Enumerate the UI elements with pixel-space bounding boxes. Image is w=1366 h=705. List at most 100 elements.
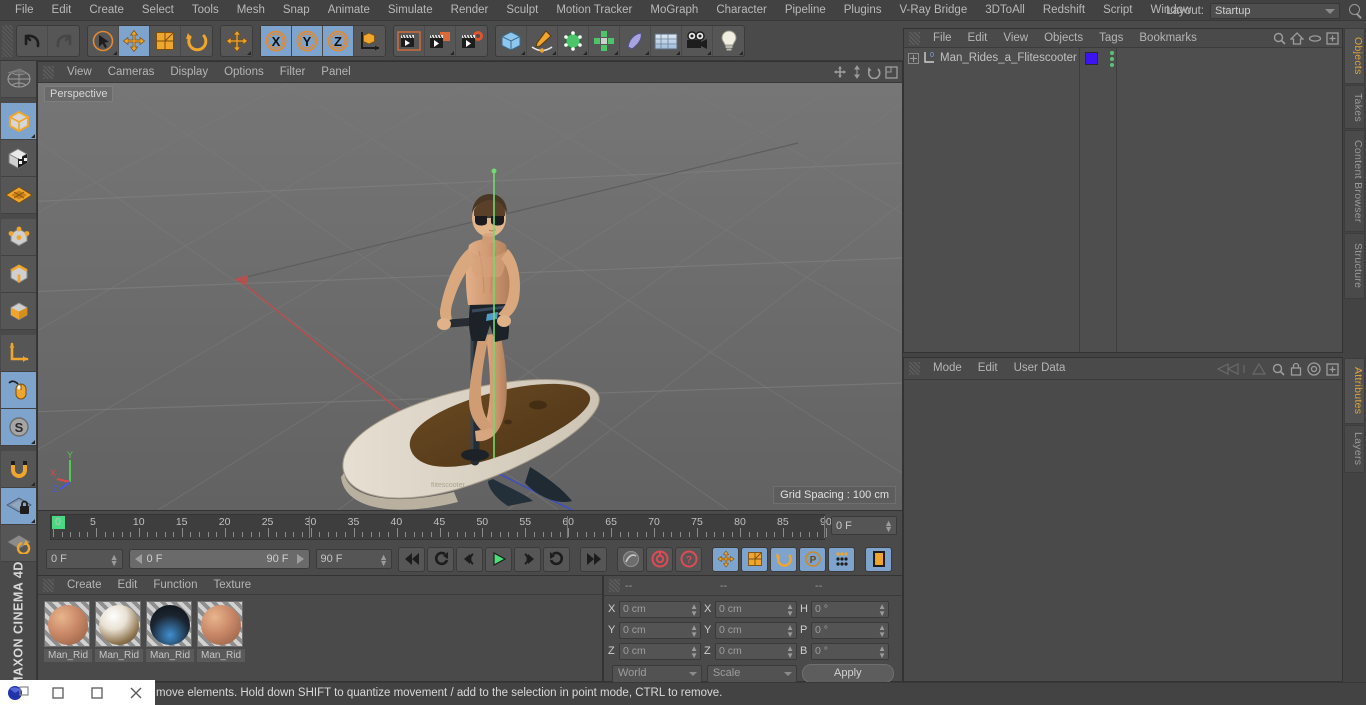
transform-mode-dropdown[interactable]: Scale <box>706 664 797 683</box>
menu-animate[interactable]: Animate <box>319 0 379 21</box>
environment-button[interactable] <box>651 25 682 56</box>
coordinate-system-dropdown[interactable]: World <box>612 664 702 683</box>
spinner-icon[interactable]: ▲ ▼ <box>786 644 794 659</box>
attribute-menu-edit[interactable]: Edit <box>970 358 1006 379</box>
attribute-menu-mode[interactable]: Mode <box>925 358 970 379</box>
position-x-input[interactable]: 0 cm ▲ ▼ <box>619 600 701 618</box>
tab-objects[interactable]: Objects <box>1344 28 1365 84</box>
menu-motion-tracker[interactable]: Motion Tracker <box>547 0 641 21</box>
material-grip[interactable] <box>43 578 54 592</box>
key-position-button[interactable] <box>712 546 740 572</box>
zoom-view-icon[interactable] <box>851 65 863 79</box>
step-forward-button[interactable] <box>514 546 542 572</box>
range-right-arrow-icon[interactable] <box>296 554 304 564</box>
spinner-icon[interactable]: ▲ ▼ <box>110 553 119 568</box>
tab-takes[interactable]: Takes <box>1344 85 1365 129</box>
material-thumbnail[interactable] <box>44 601 90 647</box>
object-visibility-dots[interactable] <box>1110 51 1114 67</box>
ellipse-icon[interactable] <box>1308 32 1322 45</box>
menu-character[interactable]: Character <box>707 0 776 21</box>
timeline-frame-field[interactable]: 0 F ▲ ▼ <box>831 516 897 535</box>
menu-plugins[interactable]: Plugins <box>835 0 891 21</box>
texture-mode-button[interactable] <box>1 140 36 177</box>
render-settings-button[interactable] <box>456 26 487 56</box>
viewport-menu-display[interactable]: Display <box>162 62 216 83</box>
size-z-input[interactable]: 0 cm ▲ ▼ <box>715 642 797 660</box>
render-view-button[interactable] <box>394 25 425 56</box>
menu-render[interactable]: Render <box>442 0 498 21</box>
toolbar-grip[interactable] <box>2 24 13 57</box>
attribute-manager-body[interactable] <box>904 380 1342 681</box>
search-icon[interactable] <box>1273 32 1286 45</box>
object-manager-grip[interactable] <box>909 31 920 45</box>
search-icon[interactable] <box>1348 3 1362 18</box>
spinner-icon[interactable]: ▲ ▼ <box>878 623 886 638</box>
material-menu-function[interactable]: Function <box>145 575 205 596</box>
add-tab-icon[interactable] <box>1326 362 1339 376</box>
viewport-solo-button[interactable] <box>1 372 36 409</box>
autokeying-button[interactable] <box>646 546 674 572</box>
menu-3dtoall[interactable]: 3DToAll <box>976 0 1034 21</box>
viewport-canvas[interactable]: flitescooter Perspective Y X Z Grid Spac… <box>38 83 902 510</box>
current-frame-input[interactable]: 0 F ▲ ▼ <box>46 549 123 569</box>
go-to-start-button[interactable] <box>398 546 426 572</box>
rotation-h-input[interactable]: 0 ° ▲ ▼ <box>811 600 889 618</box>
rotation-b-input[interactable]: 0 ° ▲ ▼ <box>811 642 889 660</box>
coordinates-grip[interactable] <box>609 579 620 592</box>
close-button[interactable] <box>116 680 155 705</box>
menu-simulate[interactable]: Simulate <box>379 0 442 21</box>
material-thumbnail[interactable] <box>95 601 141 647</box>
history-forward-icon[interactable] <box>1251 362 1267 376</box>
position-y-input[interactable]: 0 cm ▲ ▼ <box>619 621 701 639</box>
rotation-p-input[interactable]: 0 ° ▲ ▼ <box>811 621 889 639</box>
dynamic-move-tool[interactable] <box>221 26 252 56</box>
pan-view-icon[interactable] <box>833 65 847 79</box>
viewport-menu-cameras[interactable]: Cameras <box>100 62 163 83</box>
search-icon[interactable] <box>1272 363 1285 376</box>
object-menu-tags[interactable]: Tags <box>1091 28 1131 49</box>
nurbs-object-button[interactable] <box>558 25 589 56</box>
lock-icon[interactable] <box>1290 362 1302 376</box>
material-item[interactable]: Man_Rid <box>44 601 92 662</box>
move-tool[interactable] <box>119 25 150 56</box>
add-layer-icon[interactable] <box>1326 32 1339 45</box>
open-timeline-button[interactable] <box>865 546 893 572</box>
menu-script[interactable]: Script <box>1094 0 1141 21</box>
lock-z-axis-button[interactable]: Z <box>323 25 354 56</box>
object-menu-edit[interactable]: Edit <box>960 28 996 49</box>
tab-structure[interactable]: Structure <box>1344 233 1365 299</box>
tab-layers[interactable]: Layers <box>1344 425 1365 473</box>
record-active-objects-button[interactable] <box>617 546 645 572</box>
object-menu-objects[interactable]: Objects <box>1036 28 1091 49</box>
material-thumbnail[interactable] <box>197 601 243 647</box>
menu-pipeline[interactable]: Pipeline <box>776 0 835 21</box>
object-menu-bookmarks[interactable]: Bookmarks <box>1131 28 1205 49</box>
spinner-icon[interactable]: ▲ ▼ <box>878 644 886 659</box>
menu-tools[interactable]: Tools <box>183 0 228 21</box>
live-selection-tool[interactable] <box>88 25 119 56</box>
menu-sculpt[interactable]: Sculpt <box>497 0 547 21</box>
material-item[interactable]: Man_Rid <box>95 601 143 662</box>
model-mode-button[interactable] <box>1 103 36 140</box>
menu-edit[interactable]: Edit <box>43 0 81 21</box>
end-frame-input[interactable]: 90 F ▲ ▼ <box>315 549 393 569</box>
points-mode-button[interactable] <box>1 219 36 256</box>
object-color-swatch[interactable] <box>1085 52 1098 65</box>
play-button[interactable] <box>485 546 513 572</box>
polygons-mode-button[interactable] <box>1 293 36 330</box>
deformer-button[interactable] <box>620 25 651 56</box>
expand-icon[interactable] <box>908 52 919 64</box>
app-icon[interactable] <box>0 680 39 705</box>
viewport-menu-filter[interactable]: Filter <box>272 62 314 83</box>
polygon-mode-button[interactable] <box>1 177 36 214</box>
viewport-menu-panel[interactable]: Panel <box>313 62 358 83</box>
camera-button[interactable] <box>682 25 713 56</box>
object-menu-view[interactable]: View <box>995 28 1036 49</box>
menu-snap[interactable]: Snap <box>274 0 319 21</box>
spinner-icon[interactable]: ▲ ▼ <box>690 623 698 638</box>
key-parameter-button[interactable]: P <box>799 546 827 572</box>
point-level-animation-button[interactable] <box>828 546 856 572</box>
range-left-arrow-icon[interactable] <box>134 554 142 564</box>
attribute-menu-user-data[interactable]: User Data <box>1006 358 1074 379</box>
size-y-input[interactable]: 0 cm ▲ ▼ <box>715 621 797 639</box>
